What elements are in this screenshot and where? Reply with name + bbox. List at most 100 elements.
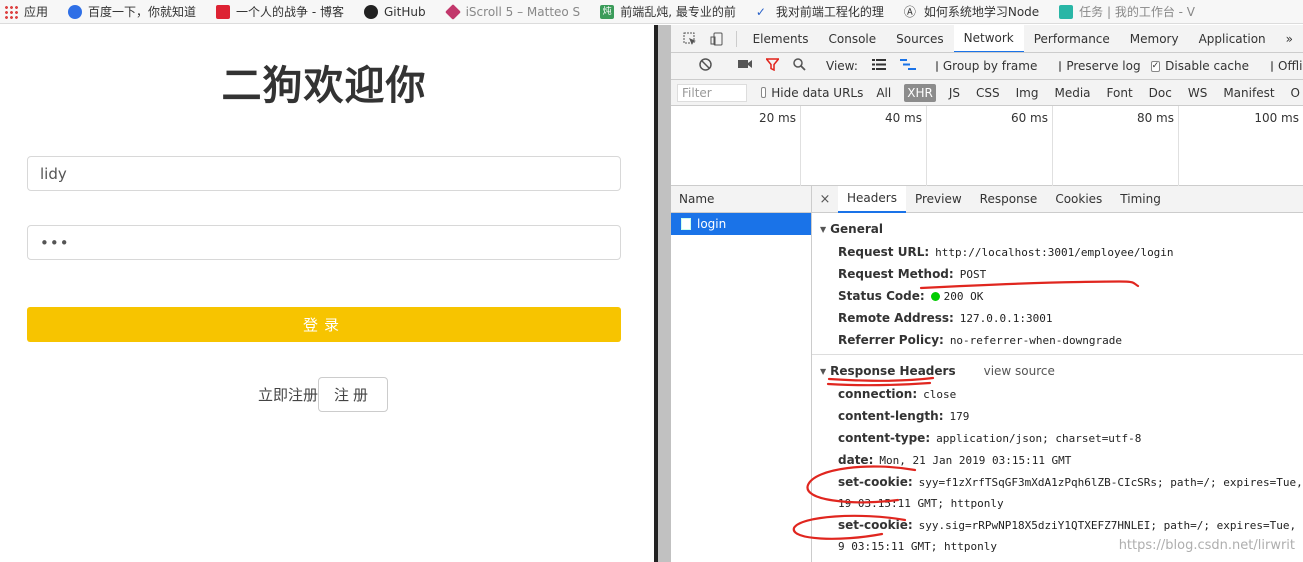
header-date-row: date: Mon, 21 Jan 2019 03:15:11 GMT [838, 453, 1072, 467]
register-line: 立即注册 注册 [258, 377, 389, 412]
header-set-cookie-sig-continuation: 9 03:15:11 GMT; httponly [838, 540, 997, 553]
group-by-frame-checkbox[interactable] [935, 60, 938, 72]
bookmark-baidu[interactable]: 百度一下，你就知道 [68, 3, 196, 20]
login-button[interactable]: 登录 [27, 307, 621, 342]
header-set-cookie-row: set-cookie: syy=f1zXrfTSqGF3mXdA1zPqh6lZB… [838, 475, 1303, 489]
tab-timing[interactable]: Timing [1111, 186, 1170, 213]
hide-data-urls-checkbox[interactable] [760, 87, 767, 98]
tab-headers[interactable]: Headers [838, 186, 906, 213]
filter-type-font[interactable]: Font [1104, 84, 1136, 102]
waterfall-overview-icon[interactable] [899, 58, 916, 74]
network-toolbar: View: Group by frame Preserve log ✓ Disa… [671, 53, 1303, 80]
filter-type-doc[interactable]: Doc [1146, 84, 1175, 102]
close-icon[interactable]: × [812, 192, 838, 207]
status-code-row: Status Code: 200 OK [838, 289, 984, 303]
header-content-type-row: content-type: application/json; charset=u… [838, 431, 1142, 445]
task-icon [1059, 4, 1074, 19]
preserve-log-checkbox[interactable] [1059, 60, 1062, 72]
large-rows-icon[interactable] [871, 58, 886, 74]
offline-checkbox[interactable] [1271, 60, 1274, 72]
search-icon[interactable] [793, 57, 806, 75]
filter-type-css[interactable]: CSS [973, 84, 1003, 102]
baidu-icon [68, 4, 83, 19]
request-row-login[interactable]: login [671, 213, 811, 235]
more-tabs-icon[interactable]: » [1276, 25, 1303, 52]
offline-label: Offlin [1278, 59, 1303, 73]
page-scrollbar[interactable] [658, 25, 671, 562]
bookmark-tasks[interactable]: 任务 | 我的工作台 - V [1059, 3, 1195, 20]
bookmarks-bar: 应用 百度一下，你就知道 一个人的战争 - 博客 GitHub iScroll … [0, 0, 1303, 24]
filter-type-xhr[interactable]: XHR [904, 83, 936, 102]
general-section-header[interactable]: ▼ General [820, 222, 883, 236]
zhi-icon: Ⓐ [903, 4, 916, 19]
tab-elements[interactable]: Elements [743, 25, 819, 52]
timeline-tick: 40 ms [801, 106, 927, 186]
inspect-element-icon[interactable] [683, 31, 697, 47]
password-input[interactable]: ••• [27, 225, 621, 260]
request-details: × Headers Preview Response Cookies Timin… [812, 186, 1303, 562]
iscroll-icon [444, 3, 461, 20]
filter-type-media[interactable]: Media [1051, 84, 1093, 102]
v-icon: ✓ [755, 4, 766, 19]
device-toolbar-icon[interactable] [709, 31, 723, 47]
hide-data-urls-label: Hide data URLs [771, 85, 864, 100]
filter-input[interactable]: Filter [677, 83, 747, 102]
view-label: View: [826, 59, 858, 73]
bookmark-apps[interactable]: 应用 [4, 3, 48, 20]
devtools-tabbar: Elements Console Sources Network Perform… [671, 25, 1303, 53]
devtools-panel: Elements Console Sources Network Perform… [671, 25, 1303, 562]
timeline-tick: 60 ms [927, 106, 1053, 186]
expand-triangle-icon: ▼ [820, 225, 827, 234]
status-ok-dot-icon [930, 292, 940, 301]
expand-triangle-icon: ▼ [820, 367, 827, 376]
username-input[interactable]: lidy [27, 156, 621, 191]
timeline-tick: 100 ms [1254, 111, 1299, 125]
tab-cookies[interactable]: Cookies [1046, 186, 1111, 213]
file-icon [681, 218, 691, 230]
screenshot-camera-icon[interactable] [738, 58, 752, 74]
disable-cache-checkbox[interactable]: ✓ [1150, 60, 1161, 72]
filter-type-other[interactable]: O [1288, 84, 1303, 102]
request-name: login [697, 217, 727, 231]
response-headers-section-header[interactable]: ▼ Response Headers view source [820, 364, 1055, 378]
tab-response[interactable]: Response [971, 186, 1047, 213]
dun-icon: 炖 [600, 4, 615, 19]
timeline-tick: 20 ms [671, 106, 801, 186]
filter-type-manifest[interactable]: Manifest [1220, 84, 1277, 102]
filter-funnel-icon[interactable] [764, 57, 781, 75]
referrer-policy-row: Referrer Policy: no-referrer-when-downgra… [838, 333, 1122, 347]
register-button[interactable]: 注册 [318, 377, 389, 412]
filter-type-js[interactable]: JS [946, 84, 963, 102]
name-column-header[interactable]: Name [671, 186, 811, 213]
details-tabbar: × Headers Preview Response Cookies Timin… [812, 186, 1303, 213]
tab-network[interactable]: Network [953, 25, 1024, 52]
bookmark-github[interactable]: GitHub [364, 4, 426, 19]
header-connection-row: connection: close [838, 387, 957, 401]
view-source-link[interactable]: view source [984, 364, 1055, 378]
filter-bar: Filter Hide data URLs All XHR JS CSS Img… [671, 80, 1303, 106]
filter-type-all[interactable]: All [873, 84, 894, 102]
bookmark-frontend-engineering[interactable]: ✓ 我对前端工程化的理 [756, 3, 884, 20]
tab-preview[interactable]: Preview [906, 186, 971, 213]
bookmark-cnblogs[interactable]: 一个人的战争 - 博客 [216, 3, 344, 20]
group-by-frame-label: Group by frame [942, 59, 1038, 73]
tab-memory[interactable]: Memory [1120, 25, 1189, 52]
clear-icon[interactable] [699, 57, 712, 75]
tab-console[interactable]: Console [819, 25, 887, 52]
tab-sources[interactable]: Sources [886, 25, 953, 52]
bookmark-iscroll[interactable]: iScroll 5 – Matteo S [444, 3, 580, 20]
tab-separator [735, 30, 737, 47]
header-content-length-row: content-length: 179 [838, 409, 970, 423]
tab-application[interactable]: Application [1189, 25, 1276, 52]
bookmark-qianduanluandun[interactable]: 炖前端乱炖, 最专业的前 [600, 3, 736, 20]
network-timeline[interactable]: 20 ms 40 ms 60 ms 80 ms 100 ms [671, 106, 1303, 186]
tab-performance[interactable]: Performance [1024, 25, 1120, 52]
filter-type-ws[interactable]: WS [1185, 84, 1210, 102]
github-icon [364, 4, 378, 19]
request-url-row: Request URL: http://localhost:3001/employ… [838, 245, 1174, 259]
request-name-column: Name login [671, 186, 812, 562]
cnblogs-icon [216, 4, 231, 19]
register-prompt: 立即注册 [258, 386, 319, 404]
bookmark-learn-node[interactable]: Ⓐ 如何系统地学习Node [904, 3, 1039, 20]
filter-type-img[interactable]: Img [1013, 84, 1042, 102]
